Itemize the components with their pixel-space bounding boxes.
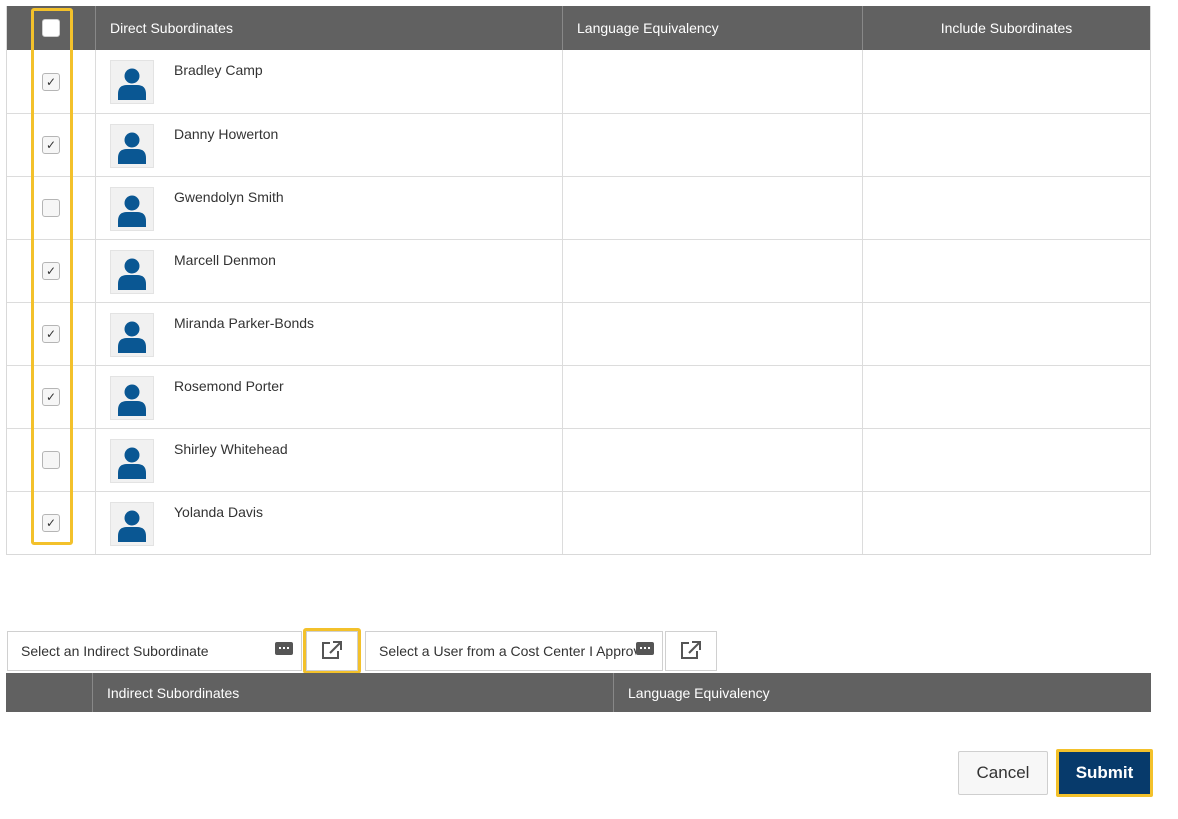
subordinate-name-cell: Rosemond Porter — [96, 366, 563, 428]
user-icon — [117, 130, 147, 167]
column-header-language-equivalency[interactable]: Language Equivalency — [563, 6, 863, 50]
picker-icon[interactable] — [636, 641, 654, 655]
column-header-direct-subordinates[interactable]: Direct Subordinates — [96, 6, 563, 50]
avatar — [110, 313, 154, 357]
row-select-cell: ✓ — [7, 303, 96, 365]
row-checkbox[interactable]: ✓ — [42, 262, 60, 280]
subordinate-name: Yolanda Davis — [174, 504, 263, 520]
select-all-cell — [7, 6, 96, 50]
table-row: ✓ Rosemond Porter — [7, 365, 1150, 428]
external-link-icon — [680, 640, 702, 663]
column-header-indirect-subordinates[interactable]: Indirect Subordinates — [93, 673, 614, 712]
direct-table-header: Direct Subordinates Language Equivalency… — [7, 6, 1150, 50]
include-subordinates-cell[interactable] — [863, 429, 1150, 491]
row-checkbox[interactable]: ✓ — [42, 325, 60, 343]
include-subordinates-cell[interactable] — [863, 240, 1150, 302]
row-checkbox[interactable]: ✓ — [42, 136, 60, 154]
subordinate-name: Marcell Denmon — [174, 252, 276, 268]
avatar — [110, 376, 154, 420]
direct-subordinates-table: Direct Subordinates Language Equivalency… — [6, 6, 1151, 555]
open-indirect-picker-button[interactable] — [306, 631, 358, 671]
row-select-cell: ✓ — [7, 240, 96, 302]
open-cost-center-picker-button[interactable] — [665, 631, 717, 671]
external-link-icon — [321, 640, 343, 663]
indirect-subordinate-input[interactable]: Select an Indirect Subordinate — [7, 631, 302, 671]
column-header-indirect-language-equivalency[interactable]: Language Equivalency — [614, 673, 1151, 712]
user-icon — [117, 193, 147, 230]
subordinate-name: Gwendolyn Smith — [174, 189, 284, 205]
table-row: ✓ Miranda Parker-Bonds — [7, 302, 1150, 365]
table-row: ✓ Yolanda Davis — [7, 491, 1150, 554]
avatar — [110, 124, 154, 168]
row-select-cell — [7, 429, 96, 491]
language-equivalency-cell[interactable] — [563, 492, 863, 554]
table-row: Shirley Whitehead — [7, 428, 1150, 491]
language-equivalency-cell[interactable] — [563, 50, 863, 113]
avatar — [110, 439, 154, 483]
user-icon — [117, 256, 147, 293]
indirect-select-cell — [6, 673, 93, 712]
subordinate-name: Miranda Parker-Bonds — [174, 315, 315, 331]
cancel-button[interactable]: Cancel — [958, 751, 1048, 795]
language-equivalency-cell[interactable] — [563, 114, 863, 176]
table-row: ✓ Bradley Camp — [7, 50, 1150, 113]
row-checkbox[interactable] — [42, 451, 60, 469]
subordinate-name-cell: Marcell Denmon — [96, 240, 563, 302]
subordinate-name-cell: Shirley Whitehead — [96, 429, 563, 491]
user-icon — [117, 319, 147, 356]
table-row: Gwendolyn Smith — [7, 176, 1150, 239]
table-row: ✓ Marcell Denmon — [7, 239, 1150, 302]
picker-icon[interactable] — [275, 641, 293, 655]
indirect-subordinates-table-header: Indirect Subordinates Language Equivalen… — [6, 673, 1151, 712]
table-row: ✓ Danny Howerton — [7, 113, 1150, 176]
row-select-cell: ✓ — [7, 50, 96, 113]
avatar — [110, 60, 154, 104]
include-subordinates-cell[interactable] — [863, 492, 1150, 554]
avatar — [110, 250, 154, 294]
user-icon — [117, 66, 147, 103]
include-subordinates-cell[interactable] — [863, 366, 1150, 428]
language-equivalency-cell[interactable] — [563, 240, 863, 302]
include-subordinates-cell[interactable] — [863, 303, 1150, 365]
include-subordinates-cell[interactable] — [863, 177, 1150, 239]
subordinate-name-cell: Bradley Camp — [96, 50, 563, 113]
column-header-include-subordinates[interactable]: Include Subordinates — [863, 6, 1150, 50]
cost-center-user-placeholder: Select a User from a Cost Center I Appro… — [379, 643, 636, 659]
submit-button[interactable]: Submit — [1056, 749, 1153, 797]
row-select-cell: ✓ — [7, 114, 96, 176]
subordinate-name: Danny Howerton — [174, 126, 279, 142]
avatar — [110, 502, 154, 546]
avatar — [110, 187, 154, 231]
subordinate-name: Bradley Camp — [174, 62, 263, 78]
subordinate-name-cell: Danny Howerton — [96, 114, 563, 176]
row-select-cell — [7, 177, 96, 239]
row-checkbox[interactable]: ✓ — [42, 388, 60, 406]
subordinate-name: Rosemond Porter — [174, 378, 284, 394]
row-select-cell: ✓ — [7, 366, 96, 428]
select-all-checkbox[interactable] — [42, 19, 60, 37]
subordinate-name-cell: Miranda Parker-Bonds — [96, 303, 563, 365]
row-select-cell: ✓ — [7, 492, 96, 554]
user-icon — [117, 508, 147, 545]
indirect-subordinate-placeholder: Select an Indirect Subordinate — [21, 643, 209, 659]
subordinate-name-cell: Yolanda Davis — [96, 492, 563, 554]
row-checkbox[interactable]: ✓ — [42, 514, 60, 532]
cost-center-user-input[interactable]: Select a User from a Cost Center I Appro… — [365, 631, 663, 671]
language-equivalency-cell[interactable] — [563, 429, 863, 491]
user-icon — [117, 382, 147, 419]
include-subordinates-cell[interactable] — [863, 50, 1150, 113]
language-equivalency-cell[interactable] — [563, 366, 863, 428]
row-checkbox[interactable] — [42, 199, 60, 217]
language-equivalency-cell[interactable] — [563, 303, 863, 365]
subordinate-name: Shirley Whitehead — [174, 441, 288, 457]
row-checkbox[interactable]: ✓ — [42, 72, 60, 91]
direct-table-body: ✓ Bradley Camp ✓ Danny Howerton Gwendolyn Sm… — [7, 50, 1150, 554]
user-icon — [117, 445, 147, 482]
language-equivalency-cell[interactable] — [563, 177, 863, 239]
subordinate-name-cell: Gwendolyn Smith — [96, 177, 563, 239]
include-subordinates-cell[interactable] — [863, 114, 1150, 176]
